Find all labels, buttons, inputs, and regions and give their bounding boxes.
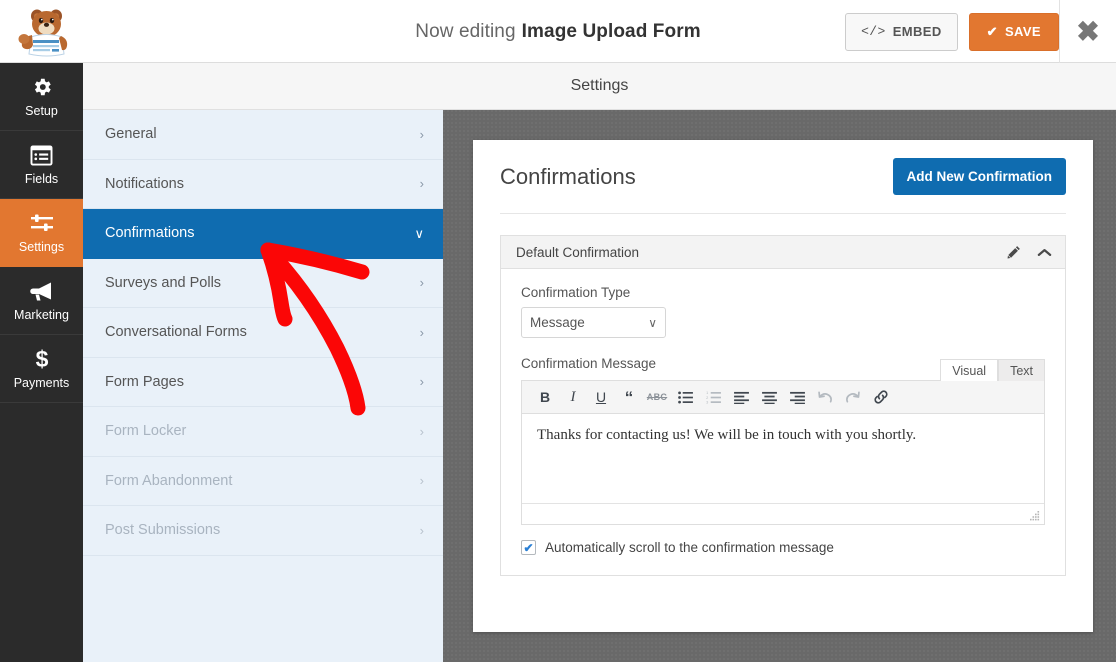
settings-menu-item-surveys-and-polls[interactable]: Surveys and Polls › xyxy=(83,259,443,309)
panel-title: Confirmations xyxy=(500,164,893,190)
settings-section-title: Settings xyxy=(571,77,629,95)
chevron-right-icon: › xyxy=(420,276,424,289)
confirmation-type-value: Message xyxy=(530,315,648,330)
settings-menu-list: General › Notifications › Confirmations … xyxy=(83,110,443,662)
settings-menu-item-general[interactable]: General › xyxy=(83,110,443,160)
sidebar-item-payments[interactable]: $ Payments xyxy=(0,335,83,403)
check-icon: ✔ xyxy=(987,24,998,40)
close-icon: ✖ xyxy=(1076,18,1099,46)
confirmation-block: Default Confirmation Confirmation Type M… xyxy=(500,235,1066,576)
align-center-icon[interactable] xyxy=(756,384,782,410)
settings-menu-item-post-submissions[interactable]: Post Submissions › xyxy=(83,506,443,556)
align-left-icon[interactable] xyxy=(728,384,754,410)
editor-mode-tabs: Visual Text xyxy=(940,359,1045,381)
code-icon: </> xyxy=(861,24,886,39)
redo-icon[interactable] xyxy=(840,384,866,410)
embed-button-label: EMBED xyxy=(893,24,942,39)
chevron-down-icon: ∨ xyxy=(414,227,424,240)
bulleted-list-icon[interactable] xyxy=(672,384,698,410)
sidebar-item-setup[interactable]: Setup xyxy=(0,63,83,131)
chevron-right-icon: › xyxy=(420,425,424,438)
sidebar-item-label: Payments xyxy=(14,376,70,390)
close-builder-button[interactable]: ✖ xyxy=(1059,0,1116,63)
menu-item-label: Form Abandonment xyxy=(105,473,420,489)
numbered-list-icon[interactable]: 1 2 3 xyxy=(700,384,726,410)
menu-item-label: General xyxy=(105,126,420,142)
menu-item-label: Notifications xyxy=(105,176,420,192)
link-icon[interactable] xyxy=(868,384,894,410)
chevron-right-icon: › xyxy=(420,375,424,388)
add-new-confirmation-button[interactable]: Add New Confirmation xyxy=(893,158,1067,195)
menu-item-label: Surveys and Polls xyxy=(105,275,420,291)
menu-item-label: Form Locker xyxy=(105,423,420,439)
dollar-sign-icon: $ xyxy=(33,347,51,371)
topbar-actions: </> EMBED ✔ SAVE xyxy=(845,0,1059,63)
undo-icon[interactable] xyxy=(812,384,838,410)
menu-item-label: Conversational Forms xyxy=(105,324,420,340)
confirmation-message-editor: Visual Text B I U “ ABC xyxy=(521,380,1045,525)
confirmation-name: Default Confirmation xyxy=(516,245,991,260)
confirmation-block-body: Confirmation Type Message ∨ Confirmation… xyxy=(501,269,1065,575)
editor-resize-bar[interactable] xyxy=(522,503,1044,524)
resize-grip-icon[interactable] xyxy=(1030,511,1040,521)
confirmation-type-select[interactable]: Message ∨ xyxy=(521,307,666,338)
chevron-down-icon: ∨ xyxy=(648,316,657,330)
embed-button[interactable]: </> EMBED xyxy=(845,13,958,51)
blockquote-icon[interactable]: “ xyxy=(616,384,642,410)
sidebar-rail-filler xyxy=(0,403,83,590)
sidebar-item-settings[interactable]: Settings xyxy=(0,199,83,267)
chevron-right-icon: › xyxy=(420,177,424,190)
confirmation-message-textarea[interactable]: Thanks for contacting us! We will be in … xyxy=(522,414,1044,503)
confirmations-panel: Confirmations Add New Confirmation Defau… xyxy=(473,140,1093,632)
chevron-right-icon: › xyxy=(420,524,424,537)
bold-icon[interactable]: B xyxy=(532,384,558,410)
chevron-right-icon: › xyxy=(420,326,424,339)
tab-text[interactable]: Text xyxy=(998,359,1045,381)
confirmation-type-label: Confirmation Type xyxy=(521,285,1045,300)
sidebar-item-marketing[interactable]: Marketing xyxy=(0,267,83,335)
form-name: Image Upload Form xyxy=(522,21,701,43)
pencil-icon[interactable] xyxy=(1007,245,1021,259)
auto-scroll-checkbox-row[interactable]: ✔ Automatically scroll to the confirmati… xyxy=(521,540,1045,555)
panel-header: Confirmations Add New Confirmation xyxy=(500,140,1066,214)
settings-menu-item-form-locker[interactable]: Form Locker › xyxy=(83,407,443,457)
sidebar-item-label: Setup xyxy=(25,104,58,118)
editing-prefix: Now editing xyxy=(415,21,515,43)
save-button-label: SAVE xyxy=(1005,24,1041,39)
confirmation-block-header: Default Confirmation xyxy=(501,236,1065,269)
sidebar-item-label: Fields xyxy=(25,172,58,186)
settings-menu-item-notifications[interactable]: Notifications › xyxy=(83,160,443,210)
svg-text:$: $ xyxy=(35,347,48,371)
settings-menu-item-form-pages[interactable]: Form Pages › xyxy=(83,358,443,408)
chevron-right-icon: › xyxy=(420,128,424,141)
sidebar-item-fields[interactable]: Fields xyxy=(0,131,83,199)
strikethrough-icon[interactable]: ABC xyxy=(644,384,670,410)
chevron-right-icon: › xyxy=(420,474,424,487)
top-bar: Now editing Image Upload Form </> EMBED … xyxy=(0,0,1116,63)
align-right-icon[interactable] xyxy=(784,384,810,410)
settings-menu-item-confirmations[interactable]: Confirmations ∨ xyxy=(83,209,443,259)
tab-visual[interactable]: Visual xyxy=(940,359,998,381)
settings-section-header: Settings xyxy=(83,63,1116,110)
menu-item-label: Confirmations xyxy=(105,225,414,241)
auto-scroll-checkbox[interactable]: ✔ xyxy=(521,540,536,555)
chevron-up-icon[interactable] xyxy=(1037,247,1052,258)
sidebar-item-label: Settings xyxy=(19,240,64,254)
svg-text:3: 3 xyxy=(706,399,708,404)
list-panel-icon xyxy=(30,143,53,167)
settings-menu-item-form-abandonment[interactable]: Form Abandonment › xyxy=(83,457,443,507)
sidebar-item-label: Marketing xyxy=(14,308,69,322)
gear-icon xyxy=(31,75,53,99)
auto-scroll-label: Automatically scroll to the confirmation… xyxy=(545,540,834,555)
megaphone-icon xyxy=(30,279,54,303)
menu-item-label: Form Pages xyxy=(105,374,420,390)
menu-item-label: Post Submissions xyxy=(105,522,420,538)
builder-sidebar-rail: Setup Fields Settings xyxy=(0,63,83,662)
save-button[interactable]: ✔ SAVE xyxy=(969,13,1059,51)
underline-icon[interactable]: U xyxy=(588,384,614,410)
sliders-icon xyxy=(30,211,54,235)
editor-toolbar: B I U “ ABC 1 2 xyxy=(522,381,1044,414)
settings-menu-item-conversational-forms[interactable]: Conversational Forms › xyxy=(83,308,443,358)
italic-icon[interactable]: I xyxy=(560,384,586,410)
